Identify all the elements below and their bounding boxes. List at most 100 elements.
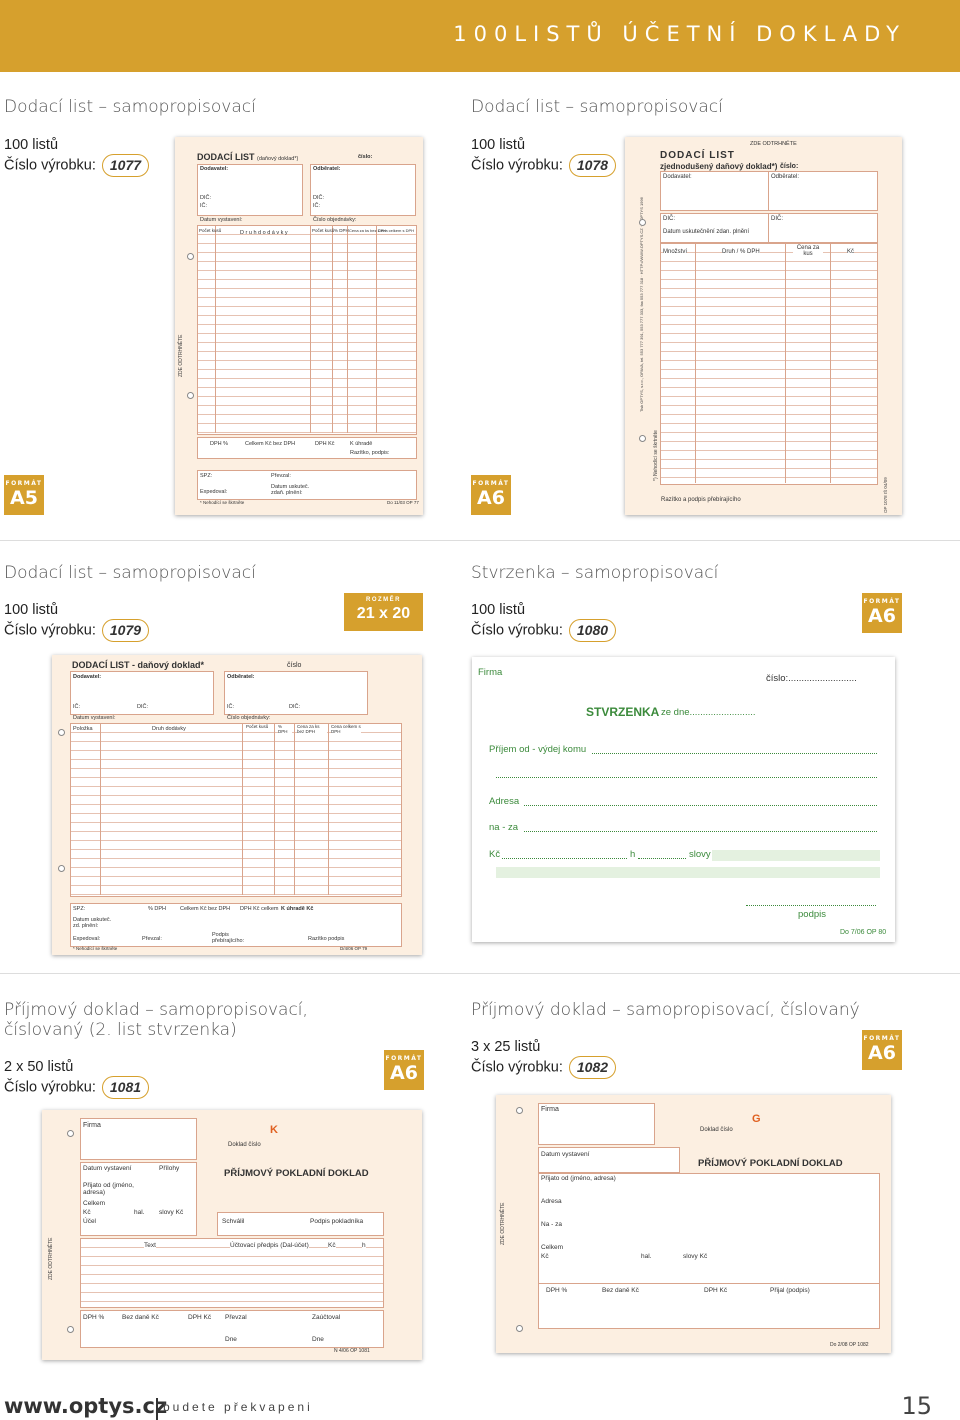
tear-off-label: ZDE ODTRHNĚTE [750, 141, 797, 147]
vat-amount-label: DPH Kč [704, 1287, 728, 1294]
col-count2: Počet kusů [312, 228, 335, 233]
product-title-1079: Dodací list – samopropisovací [4, 563, 256, 583]
tear-off-label: ZDE ODTRHNĚTE [500, 1202, 506, 1246]
form-preview-1077: DODACÍ LIST (daňový doklad*) číslo: Doda… [175, 137, 423, 515]
form-number-label: číslo: [780, 163, 799, 170]
punch-hole [639, 435, 646, 442]
section-divider [0, 973, 960, 974]
col-czk: Kč [328, 1242, 336, 1249]
form-number-label: číslo:.......................... [766, 673, 857, 684]
format-value: A6 [868, 605, 896, 627]
tear-off-label: ZDE ODTRHNĚTE [48, 1237, 54, 1281]
format-label: FORMÁT [863, 598, 901, 605]
dic-label: DIČ: [200, 195, 211, 201]
form-code: N 4/06 OP 1081 [334, 1348, 370, 1354]
product-number-label: Číslo výrobku: [471, 157, 563, 174]
product-code-badge: 1077 [101, 154, 150, 177]
amount-due-label: K úhradě Kč [281, 906, 314, 912]
col-count: Počet kusů [246, 724, 270, 729]
product-code-badge: 1082 [568, 1056, 617, 1079]
product-title-1077: Dodací list – samopropisovací [4, 97, 256, 117]
format-badge-1080: FORMÁT A6 [862, 593, 902, 633]
received-by-label: Přijal (podpis) [770, 1287, 810, 1294]
product-title-1078: Dodací list – samopropisovací [471, 97, 723, 117]
customer-label: Odběratel: [771, 174, 800, 180]
plate-label: SPZ: [73, 906, 86, 912]
form-heading: DODACÍ LIST (daňový doklad*) [197, 152, 299, 162]
haler-label: hal. [134, 1209, 145, 1216]
col-vat: % DPH [278, 724, 292, 734]
col-type: Druh / % DPH [722, 249, 760, 255]
receipt-title: STVRZENKA [586, 705, 660, 719]
header-banner: 100LISTŮ ÚČETNÍ DOKLADY [0, 0, 960, 72]
form-code: OP 1078 IŠ 04/09 [883, 477, 888, 513]
address-label: Adresa [541, 1198, 562, 1205]
attachments-label: Přílohy [159, 1165, 180, 1172]
product-info-1078: 100 listů Číslo výrobku: 1078 [471, 137, 617, 177]
dic-label: DIČ: [771, 216, 783, 222]
received-from-label: Přijato od (jméno, adresa) [541, 1175, 616, 1182]
issue-date-label: Datum vystavení: [200, 217, 243, 223]
taxable-date-label: Datum uskuteč. zdaň. plnění: [271, 484, 310, 496]
company-label: Firma [83, 1122, 101, 1129]
format-badge-1082: FORMÁT A6 [862, 1030, 902, 1070]
dic-label: DIČ: [663, 216, 675, 222]
product-title-1082: Příjmový doklad – samopropisovací, číslo… [471, 1000, 860, 1020]
punch-hole [639, 219, 646, 226]
amount-czk-label: Kč [489, 849, 501, 860]
received-label: Převzal: [142, 936, 162, 942]
received-label: Převzal: [271, 473, 291, 479]
punch-hole [516, 1325, 523, 1332]
format-label: FORMÁT [385, 1055, 423, 1062]
header-title: 100LISTŮ ÚČETNÍ DOKLADY [453, 22, 906, 46]
page-number: 15 [901, 1392, 932, 1420]
details-box [80, 1162, 197, 1236]
product-number-label: Číslo výrobku: [4, 1079, 96, 1096]
col-haler: h [362, 1242, 366, 1249]
czk-label: Kč [541, 1253, 549, 1260]
punch-hole [58, 865, 65, 872]
col-total: Cena celkem s DPH [331, 724, 361, 734]
net-label: Bez daně Kč [122, 1314, 159, 1321]
punch-hole [187, 253, 194, 260]
amount-due-label: K úhradě [350, 441, 373, 447]
form-code: D/4/06 OP 79 [340, 946, 368, 951]
product-number-label: Číslo výrobku: [471, 622, 563, 639]
dic-label: DIČ: [137, 704, 148, 710]
approved-label: Schválil [222, 1218, 245, 1225]
company-label: Firma [541, 1106, 559, 1113]
cashier-signature-label: Podpis pokladníka [310, 1218, 364, 1225]
form-preview-1082: Firma G Doklad číslo Datum vystavení PŘÍ… [496, 1095, 891, 1353]
in-words-label: slovy [689, 849, 711, 860]
footer-url[interactable]: www.optys.cz [4, 1394, 167, 1418]
product-code-badge: 1079 [101, 619, 150, 642]
form-code: Do 7/06 OP 80 [840, 929, 887, 936]
in-words-label: slovy Kč [683, 1253, 708, 1260]
sheet-count: 100 listů [4, 602, 59, 618]
footnote: *) Nehodící se škrtněte [653, 430, 659, 481]
stamp-label: Razítko, podpis: [350, 450, 390, 456]
haler-label: hal. [641, 1253, 652, 1260]
format-value: A5 [10, 487, 38, 509]
items-table [660, 243, 878, 485]
product-code-badge: 1080 [568, 619, 617, 642]
details-box [538, 1173, 880, 1285]
col-item: Položka [73, 726, 93, 732]
date-label: Dne [225, 1336, 237, 1343]
haler-label: h [630, 849, 636, 860]
total-label: Celkem [83, 1200, 106, 1207]
form-preview-1078: ZDE ODTRHNĚTE DODACÍ LIST zjednodušený d… [625, 137, 902, 515]
col-type: D r u h d o d á v k y [240, 230, 288, 236]
taxable-date-label: Datum uskuteč. zd. plnění: [73, 917, 112, 929]
format-value: A6 [390, 1062, 418, 1084]
product-code-badge: 1078 [568, 154, 617, 177]
issue-date-label: Datum vystavení: [73, 715, 116, 721]
vat-label: DPH % [83, 1314, 105, 1321]
section-divider [0, 540, 960, 541]
format-label: FORMÁT [5, 480, 43, 487]
vat-label: DPH % [546, 1287, 568, 1294]
stamp-label: Razítko a podpis přebírajícího [661, 497, 741, 503]
total-label: Celkem [541, 1244, 564, 1251]
format-badge-1081: FORMÁT A6 [384, 1050, 424, 1090]
col-quantity: Množství [663, 249, 688, 255]
